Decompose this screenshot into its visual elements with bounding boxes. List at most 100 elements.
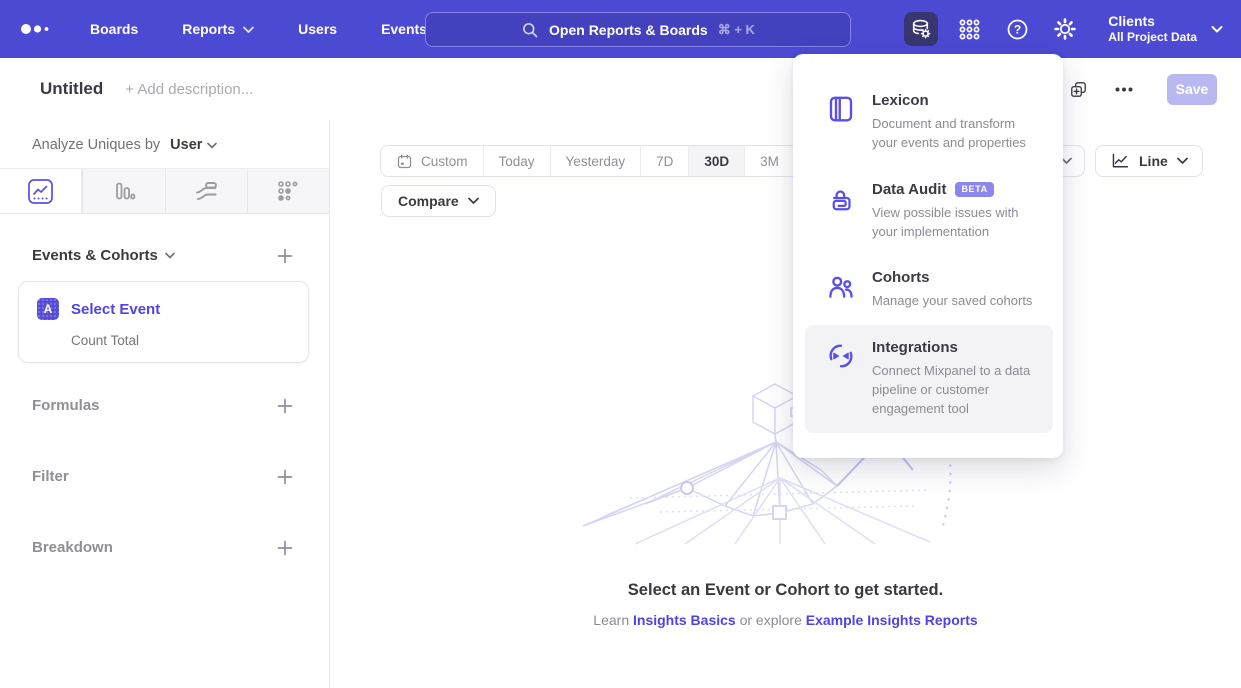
add-formula-button[interactable] [277, 398, 293, 414]
menu-title-text: Lexicon [872, 92, 929, 109]
menu-item-data-audit[interactable]: Data Audit BETA View possible issues wit… [805, 167, 1053, 256]
analyze-prefix: Analyze Uniques by [32, 137, 160, 153]
top-navbar: Boards Reports Users Events Open Reports… [0, 0, 1241, 58]
calendar-icon [396, 153, 413, 170]
nav-item-events[interactable]: Events [381, 21, 427, 37]
plus-icon [277, 398, 293, 414]
event-metric-selector[interactable]: Count Total [71, 333, 294, 348]
range-today[interactable]: Today [483, 146, 550, 176]
chart-type-label: Line [1139, 153, 1168, 169]
navbar-right: ? Clients All Project Data [890, 0, 1223, 58]
chevron-down-icon [468, 197, 479, 205]
select-event-button[interactable]: Select Event [71, 301, 160, 318]
integrations-icon [826, 339, 856, 419]
menu-item-title: Data Audit BETA [872, 181, 1039, 198]
range-yesterday[interactable]: Yesterday [550, 146, 641, 176]
ellipsis-icon [1115, 87, 1133, 92]
nav-item-users[interactable]: Users [298, 21, 337, 37]
nav-items: Boards Reports Users Events [90, 21, 427, 37]
example-reports-link[interactable]: Example Insights Reports [806, 612, 978, 628]
menu-item-description: Connect Mixpanel to a data pipeline or c… [872, 362, 1039, 419]
search-icon [521, 21, 539, 39]
menu-item-title: Lexicon [872, 92, 1039, 109]
mixpanel-logo-icon[interactable] [20, 22, 52, 36]
compare-button[interactable]: Compare [381, 185, 496, 217]
nav-item-boards[interactable]: Boards [90, 21, 138, 37]
menu-item-cohorts[interactable]: Cohorts Manage your saved cohorts [805, 255, 1053, 325]
tab-bar-chart[interactable] [82, 169, 164, 213]
project-name: Clients [1108, 13, 1197, 31]
beta-badge: BETA [955, 182, 993, 197]
search-shortcut: ⌘ + K [718, 22, 755, 38]
bar-chart-icon [112, 179, 136, 203]
database-gear-icon [909, 17, 933, 41]
nav-label: Users [298, 21, 337, 37]
tab-flows[interactable] [165, 169, 247, 213]
nav-item-reports[interactable]: Reports [182, 21, 254, 37]
data-management-button[interactable] [904, 12, 938, 46]
add-description-field[interactable]: + Add description... [125, 81, 253, 98]
save-button[interactable]: Save [1167, 74, 1217, 105]
report-actions: Save [1069, 58, 1217, 120]
menu-item-description: Manage your saved cohorts [872, 292, 1032, 311]
range-3m[interactable]: 3M [744, 146, 794, 176]
menu-title-text: Cohorts [872, 269, 930, 286]
menu-item-lexicon[interactable]: Lexicon Document and transform your even… [805, 78, 1053, 167]
menu-item-integrations[interactable]: Integrations Connect Mixpanel to a data … [805, 325, 1053, 433]
visualization-tabbar [0, 168, 329, 214]
flows-icon [194, 179, 219, 204]
data-management-menu: Lexicon Document and transform your even… [793, 54, 1063, 458]
chart-type-button[interactable]: Line [1095, 145, 1203, 177]
grid-dots-icon [958, 18, 981, 41]
event-card[interactable]: A Select Event Count Total [18, 281, 309, 363]
svg-text:?: ? [1014, 22, 1021, 36]
chevron-down-icon [1177, 157, 1188, 165]
search-placeholder: Open Reports & Boards [549, 22, 708, 38]
empty-state-heading: Select an Event or Cohort to get started… [330, 581, 1241, 600]
duplicate-button[interactable] [1069, 80, 1088, 99]
analyze-value-dropdown[interactable]: User [170, 137, 217, 153]
middle-text: or explore [740, 612, 802, 628]
range-label: 30D [704, 154, 729, 169]
project-selector[interactable]: Clients All Project Data [1108, 13, 1223, 46]
menu-title-text: Integrations [872, 339, 958, 356]
chevron-down-icon [1211, 25, 1223, 34]
global-search-button[interactable]: Open Reports & Boards ⌘ + K [425, 12, 851, 47]
breakdown-label: Breakdown [32, 539, 113, 556]
cohorts-icon [826, 269, 856, 311]
formulas-label: Formulas [32, 397, 100, 414]
lexicon-icon [826, 92, 856, 153]
add-event-button[interactable] [277, 248, 293, 264]
range-label: Yesterday [566, 154, 626, 169]
plus-icon [277, 248, 293, 264]
range-label: 3M [760, 154, 779, 169]
menu-item-text: Data Audit BETA View possible issues wit… [872, 181, 1039, 242]
add-filter-button[interactable] [277, 469, 293, 485]
insights-chart-icon [27, 178, 54, 205]
report-title[interactable]: Untitled [40, 79, 103, 99]
data-audit-icon [826, 181, 856, 242]
tab-retention[interactable] [247, 169, 329, 213]
retention-grid-icon [276, 179, 300, 203]
help-button[interactable]: ? [1000, 12, 1034, 46]
range-30d[interactable]: 30D [688, 146, 744, 176]
settings-button[interactable] [1048, 12, 1082, 46]
project-scope: All Project Data [1108, 30, 1197, 45]
tab-insights[interactable] [0, 169, 82, 213]
add-breakdown-button[interactable] [277, 540, 293, 556]
range-custom[interactable]: Custom [381, 146, 483, 176]
menu-item-title: Cohorts [872, 269, 1032, 286]
menu-item-text: Cohorts Manage your saved cohorts [872, 269, 1032, 311]
apps-grid-button[interactable] [952, 12, 986, 46]
events-cohorts-label: Events & Cohorts [32, 247, 158, 264]
events-cohorts-header[interactable]: Events & Cohorts [32, 247, 175, 264]
analyze-value: User [170, 137, 202, 153]
more-options-button[interactable] [1115, 87, 1133, 92]
insights-basics-link[interactable]: Insights Basics [633, 612, 736, 628]
range-7d[interactable]: 7D [640, 146, 688, 176]
event-card-top: A Select Event [37, 298, 294, 320]
event-series-badge: A [37, 298, 59, 320]
chevron-down-icon [207, 142, 217, 149]
nav-label: Boards [90, 21, 138, 37]
filter-section: Filter [32, 468, 293, 485]
